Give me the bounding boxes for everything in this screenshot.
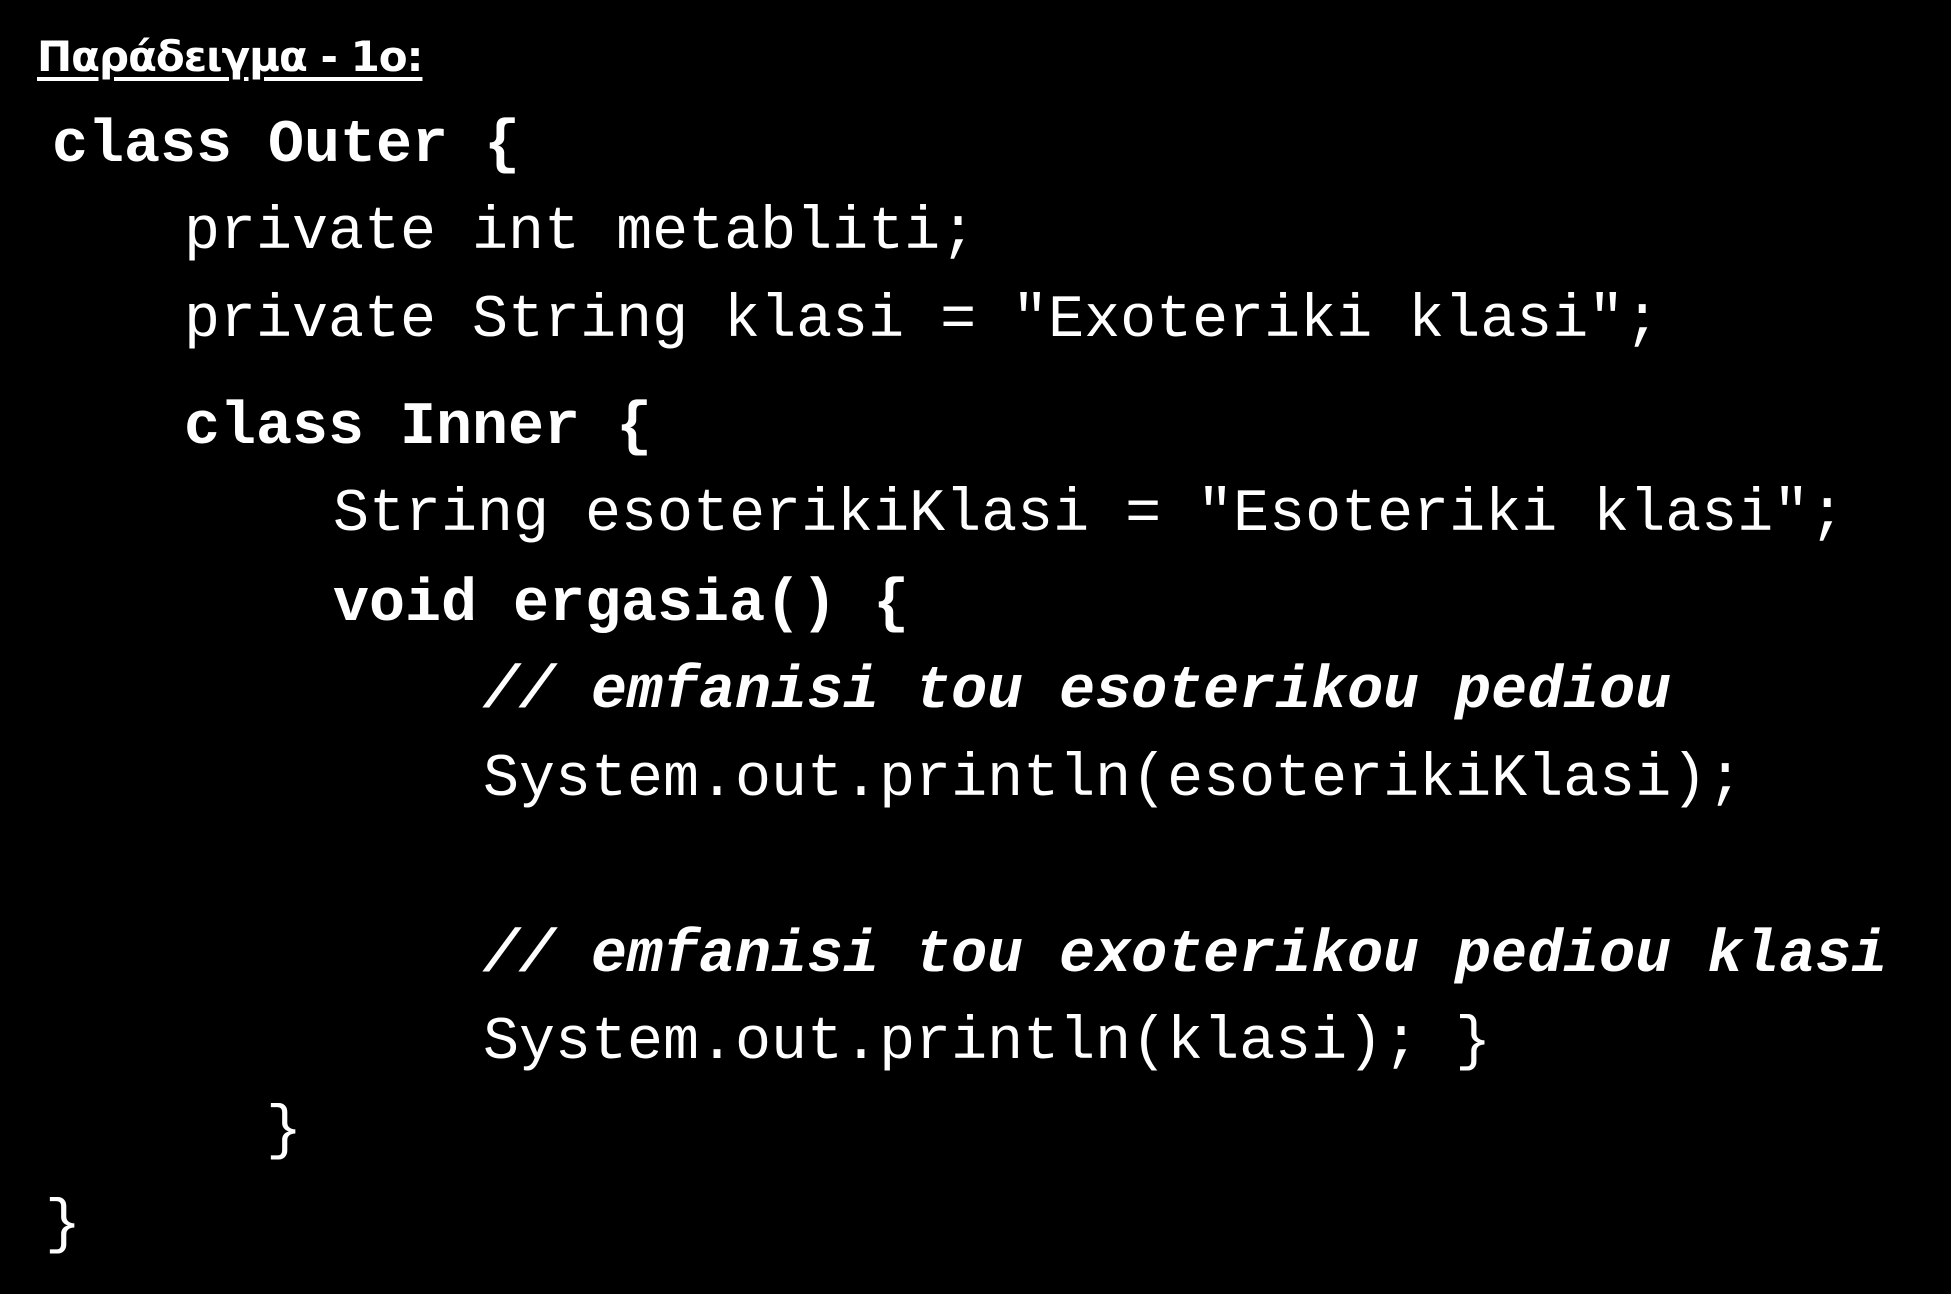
code-brace-inner-close: } xyxy=(266,1098,303,1166)
code-line-field-metabliti: private int metabliti; xyxy=(184,199,977,267)
code-line-class-outer: class Outer { xyxy=(52,112,521,180)
slide-title: Παράδειγμα - 1ο: xyxy=(37,32,423,81)
code-line-field-klasi: private String klasi = "Exoteriki klasi"… xyxy=(184,287,1661,355)
code-line-method-ergasia: void ergasia() { xyxy=(333,571,910,639)
code-line-print-inner: System.out.println(esoterikiKlasi); xyxy=(483,746,1744,814)
code-brace-outer-close: } xyxy=(45,1192,82,1260)
code-line-field-esoterikiklasi: String esoterikiKlasi = "Esoteriki klasi… xyxy=(333,481,1846,549)
code-line-print-outer: System.out.println(klasi); } xyxy=(483,1009,1492,1077)
code-line-class-inner: class Inner { xyxy=(184,394,653,462)
code-comment-inner-field: // emfanisi tou esoterikou pediou xyxy=(483,658,1672,726)
code-comment-outer-field: // emfanisi tou exoterikou pediou klasi xyxy=(483,922,1888,990)
